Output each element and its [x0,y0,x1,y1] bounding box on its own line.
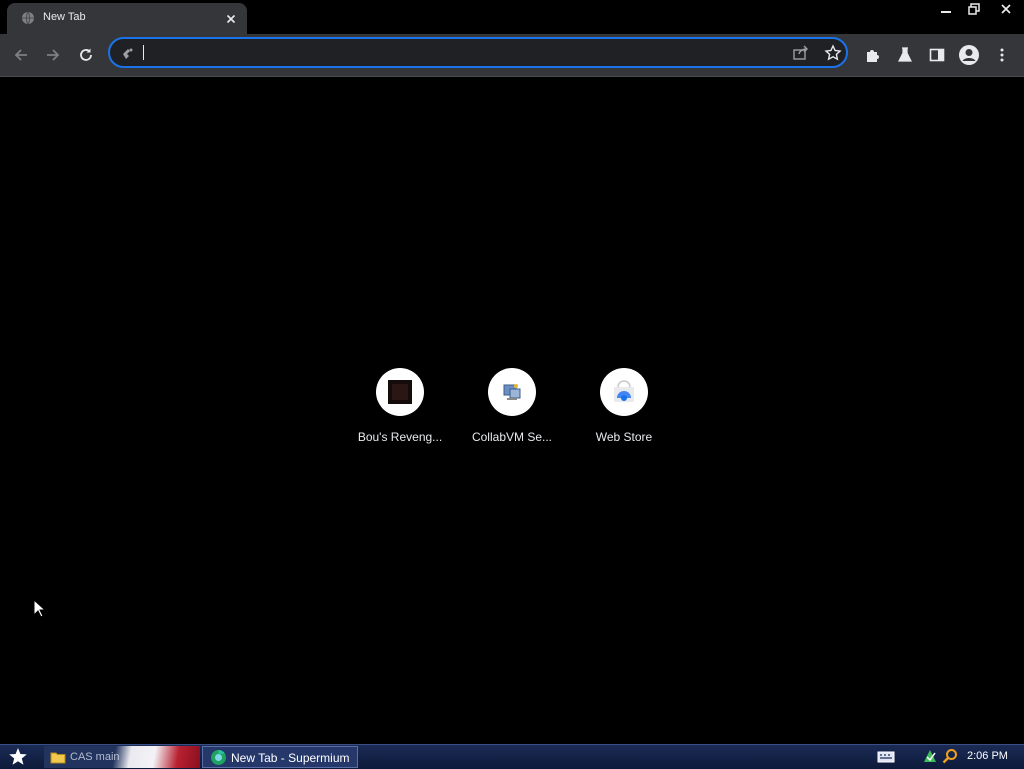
profile-button[interactable] [957,43,981,67]
address-bar[interactable] [108,37,848,68]
clock: 2:06 PM [967,750,1008,762]
share-icon[interactable] [792,44,810,62]
text-caret [143,45,144,60]
side-panel-button[interactable] [925,43,949,67]
shortcut-label: Bou's Reveng... [357,430,443,444]
tab-new-tab[interactable]: New Tab [7,3,247,34]
shortcut-tile[interactable]: Bou's Reveng... [352,368,448,458]
taskbar-folder-label: CAS main [70,751,120,763]
window-controls [932,0,1024,18]
minimize-button[interactable] [932,0,960,18]
taskbar-folder-item[interactable]: CAS main [44,746,200,768]
taskbar-browser-item[interactable]: New Tab - Supermium [202,746,358,768]
folder-icon [50,750,66,764]
start-button[interactable] [4,746,32,768]
back-arrow-icon [14,49,27,61]
taskbar: CAS main New Tab - Supermium 2:06 PM [0,744,1024,769]
shortcut-tile[interactable]: CollabVM Se... [464,368,560,458]
supermium-icon [210,749,227,766]
close-window-button[interactable] [988,0,1024,18]
computer-icon [488,368,536,416]
bookmark-star-icon[interactable] [824,44,842,62]
browser-toolbar [0,34,1024,77]
menu-button[interactable] [990,43,1014,67]
extensions-button[interactable] [861,43,885,67]
shortcut-tile[interactable]: Web Store [576,368,672,458]
labs-button[interactable] [893,43,917,67]
network-icon[interactable] [922,748,938,764]
web-store-icon [600,368,648,416]
taskbar-browser-label: New Tab - Supermium [231,751,350,765]
puzzle-icon [867,50,879,62]
back-button[interactable] [9,43,33,67]
kebab-menu-icon [1000,48,1004,62]
keyboard-icon[interactable] [877,751,895,763]
shortcut-label: Web Store [595,430,653,444]
avatar-icon [959,45,979,65]
forward-button[interactable] [41,43,65,67]
reload-icon [80,48,92,61]
star-icon [9,748,27,765]
mouse-pointer-icon [33,599,47,619]
shortcut-label: CollabVM Se... [471,430,553,444]
address-input[interactable] [140,42,784,66]
page-info-icon[interactable] [120,45,136,61]
side-panel-icon [929,48,945,62]
forward-arrow-icon [47,49,60,61]
tab-title: New Tab [43,11,86,23]
globe-icon [21,11,35,25]
tab-close-icon[interactable] [223,11,239,27]
reload-button[interactable] [74,43,98,67]
dark-square-icon [376,368,424,416]
title-bar: New Tab [0,0,1024,34]
search-icon[interactable] [942,748,958,764]
flask-icon [898,47,912,62]
restore-button[interactable] [960,0,988,18]
